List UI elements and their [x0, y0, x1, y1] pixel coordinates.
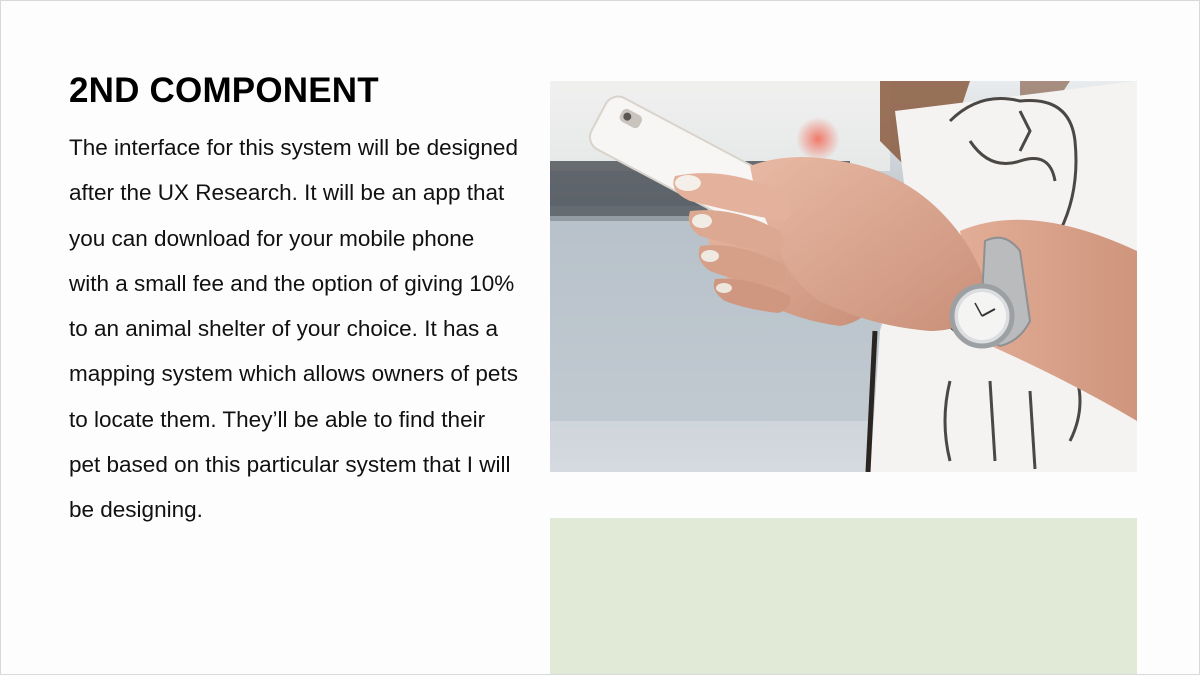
photo-illustration: [550, 81, 1137, 472]
slide-title: 2ND COMPONENT: [69, 71, 379, 110]
accent-color-block: [550, 518, 1137, 674]
slide: 2ND COMPONENT The interface for this sys…: [0, 0, 1200, 675]
photo-hands-smartphone-icon: [550, 81, 1137, 472]
slide-body-text: The interface for this system will be de…: [69, 135, 518, 523]
